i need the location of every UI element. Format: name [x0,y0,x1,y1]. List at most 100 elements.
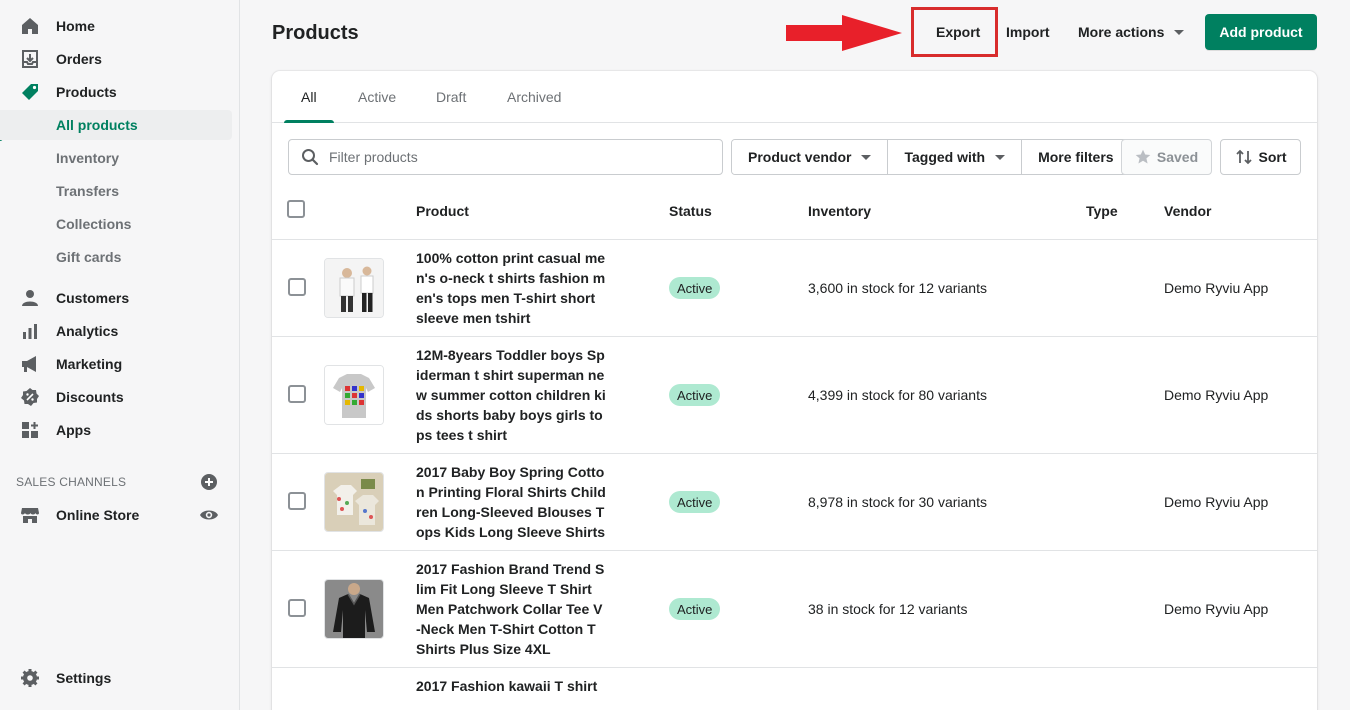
tab-all[interactable]: All [301,89,317,105]
customer-icon [20,288,40,308]
inventory-text: 38 in stock for 12 variants [808,601,968,617]
row-checkbox[interactable] [288,385,306,403]
nav-transfers[interactable]: Transfers [0,176,232,206]
nav-home-label: Home [56,18,95,34]
tab-underline [284,120,334,123]
chevron-down-icon [861,154,872,160]
star-icon [1135,149,1151,164]
nav-discounts-label: Discounts [56,389,124,405]
search-icon [302,149,319,166]
tab-draft[interactable]: Draft [436,89,466,105]
add-channel-icon[interactable] [200,473,218,491]
vendor-text: Demo Ryviu App [1164,280,1269,296]
row-checkbox[interactable] [288,278,306,296]
chevron-down-icon [1174,29,1185,35]
nav-home[interactable]: Home [0,11,232,41]
nav-orders-label: Orders [56,51,102,67]
product-name-link[interactable]: 100% cotton print casual men's o-neck t … [416,248,606,328]
vendor-text: Demo Ryviu App [1164,601,1269,617]
export-button[interactable]: Export [936,24,980,40]
col-vendor[interactable]: Vendor [1164,203,1211,219]
sort-label: Sort [1258,149,1287,165]
nav-apps[interactable]: Apps [0,415,232,445]
page-title: Products [272,22,359,44]
nav-collections[interactable]: Collections [0,209,232,239]
product-vendor-button[interactable]: Product vendor [732,140,889,174]
home-icon [20,16,40,36]
inventory-text: 3,600 in stock for 12 variants [808,280,987,296]
analytics-icon [20,321,40,341]
nav-settings-label: Settings [56,670,112,686]
status-badge: Active [669,598,721,620]
table-row[interactable]: 2017 Fashion Brand Trend Slim Fit Long S… [272,551,1317,668]
col-status[interactable]: Status [669,203,712,219]
table-row[interactable]: 12M-8years Toddler boys Spiderman t shir… [272,337,1317,454]
more-actions-label: More actions [1078,24,1165,40]
saved-button[interactable]: Saved [1121,139,1212,175]
col-type[interactable]: Type [1086,203,1118,219]
tabs: All Active Draft Archived [272,71,1317,123]
product-name-link[interactable]: 2017 Fashion kawaii T shirt [416,676,606,696]
table-row[interactable]: 2017 Baby Boy Spring Cotton Printing Flo… [272,454,1317,551]
nav-analytics-label: Analytics [56,323,119,339]
nav-settings[interactable]: Settings [0,663,232,693]
tab-archived[interactable]: Archived [507,89,561,105]
nav-inventory[interactable]: Inventory [0,143,232,173]
nav-products[interactable]: Products [0,77,232,107]
nav-products-label: Products [56,84,117,100]
product-thumbnail[interactable] [324,258,384,318]
row-checkbox[interactable] [288,599,306,617]
table-row[interactable]: 2017 Fashion kawaii T shirt [272,668,1317,710]
apps-icon [20,420,40,440]
more-actions-button[interactable]: More actions [1078,24,1185,40]
product-thumbnail[interactable] [324,365,384,425]
tag-icon [20,82,40,102]
product-name-link[interactable]: 2017 Baby Boy Spring Cotton Printing Flo… [416,462,606,542]
product-name-link[interactable]: 2017 Fashion Brand Trend Slim Fit Long S… [416,559,606,659]
tagged-with-label: Tagged with [904,149,986,165]
sort-icon [1235,149,1252,165]
sales-channels-heading: SALES CHANNELS [16,475,127,489]
product-vendor-label: Product vendor [748,149,852,165]
nav-marketing[interactable]: Marketing [0,349,232,379]
table-row[interactable]: 100% cotton print casual men's o-neck t … [272,240,1317,337]
product-name-link[interactable]: 12M-8years Toddler boys Spiderman t shir… [416,345,606,445]
nav-analytics[interactable]: Analytics [0,316,232,346]
saved-label: Saved [1156,149,1199,165]
nav-customers-label: Customers [56,290,130,306]
status-badge: Active [669,384,721,406]
add-product-button[interactable]: Add product [1205,14,1317,50]
inventory-text: 4,399 in stock for 80 variants [808,387,987,403]
product-thumbnail[interactable] [324,579,384,639]
search-field[interactable] [288,139,723,175]
sort-button[interactable]: Sort [1220,139,1301,175]
nav-online-store[interactable]: Online Store [0,500,232,530]
col-product[interactable]: Product [416,203,469,219]
eye-icon[interactable] [199,506,219,524]
select-all-checkbox[interactable] [287,200,305,218]
nav-marketing-label: Marketing [56,356,123,372]
search-input[interactable] [329,149,709,165]
tab-active[interactable]: Active [358,89,396,105]
gear-icon [20,668,40,688]
vendor-text: Demo Ryviu App [1164,494,1269,510]
nav-customers[interactable]: Customers [0,283,232,313]
discount-icon [20,387,40,407]
more-filters-button[interactable]: More filters [1022,140,1130,174]
filter-button-group: Product vendor Tagged with More filters [731,139,1131,175]
import-button[interactable]: Import [1006,24,1050,40]
nav-all-products[interactable]: All products [0,110,232,140]
inventory-text: 8,978 in stock for 30 variants [808,494,987,510]
nav-discounts[interactable]: Discounts [0,382,232,412]
row-checkbox[interactable] [288,492,306,510]
nav-apps-label: Apps [56,422,91,438]
tagged-with-button[interactable]: Tagged with [888,140,1023,174]
product-thumbnail[interactable] [324,472,384,532]
nav-gift-cards[interactable]: Gift cards [0,242,232,272]
megaphone-icon [20,354,40,374]
col-inventory[interactable]: Inventory [808,203,871,219]
nav-orders[interactable]: Orders [0,44,232,74]
sidebar: Home Orders Products All products Invent… [0,0,240,710]
chevron-down-icon [995,154,1006,160]
red-arrow-icon [786,15,902,51]
